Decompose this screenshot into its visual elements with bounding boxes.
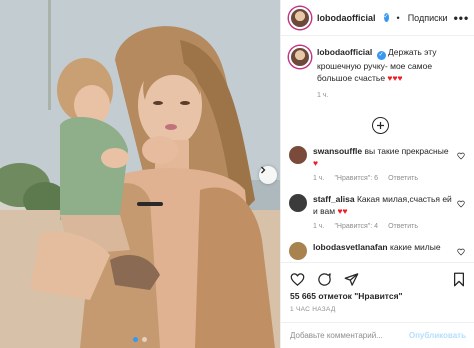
more-options-button[interactable]: ••• bbox=[454, 11, 470, 25]
comment-like-heart-icon[interactable] bbox=[457, 248, 465, 256]
comment-like-heart-icon[interactable] bbox=[457, 200, 465, 208]
carousel-next-button[interactable] bbox=[259, 166, 277, 184]
comment-like-heart-icon[interactable] bbox=[457, 152, 465, 160]
post-header: lobodaofficial ✓ • Подписки ••• bbox=[281, 0, 474, 36]
post-photo-illustration bbox=[0, 0, 280, 348]
comment-item: swansouffle вы такие прекрасные ♥ 1 ч. "… bbox=[281, 146, 474, 182]
carousel-dot bbox=[142, 337, 147, 342]
paper-plane-icon bbox=[344, 273, 359, 286]
comment-item: lobodasvetlanafan какие милые bbox=[281, 242, 474, 260]
add-comment-bar: Опубликовать bbox=[281, 322, 474, 348]
comment-button[interactable] bbox=[317, 272, 332, 287]
publish-button[interactable]: Опубликовать bbox=[409, 331, 466, 340]
comment-reply-button[interactable]: Ответить bbox=[388, 175, 418, 182]
caption-author-avatar[interactable] bbox=[289, 46, 311, 68]
comment-item: staff_alisa Какая милая,счастья ей и вам… bbox=[281, 194, 474, 230]
plus-circle-icon bbox=[377, 122, 384, 129]
comment-likes[interactable]: "Нравится": 4 bbox=[334, 223, 378, 230]
comment-text-block: staff_alisa Какая милая,счастья ей и вам… bbox=[313, 194, 453, 217]
like-button[interactable] bbox=[290, 272, 305, 287]
caption-username[interactable]: lobodaofficial bbox=[317, 47, 372, 57]
verified-badge-icon: ✓ bbox=[383, 13, 389, 22]
comment-meta: 1 ч. "Нравится": 6 Ответить bbox=[313, 175, 453, 182]
caption-time[interactable]: 1 ч. bbox=[317, 92, 466, 99]
comment-hearts: ♥ bbox=[313, 157, 319, 168]
share-button[interactable] bbox=[344, 272, 359, 287]
comment-text-block: lobodasvetlanafan какие милые bbox=[313, 242, 453, 254]
comment-username[interactable]: swansouffle bbox=[313, 146, 362, 156]
chevron-right-icon bbox=[261, 166, 266, 174]
post-date[interactable]: 1 ЧАС НАЗАД bbox=[290, 306, 336, 313]
comment-reply-button[interactable]: Ответить bbox=[388, 223, 418, 230]
load-more-comments-button[interactable] bbox=[372, 117, 389, 134]
header-separator: • bbox=[396, 12, 400, 23]
carousel-indicator bbox=[0, 337, 280, 342]
likes-count[interactable]: 55 665 отметок "Нравится" bbox=[290, 291, 403, 301]
comment-username[interactable]: staff_alisa bbox=[313, 194, 355, 204]
comment-time[interactable]: 1 ч. bbox=[313, 175, 324, 182]
post-side-panel: lobodaofficial ✓ • Подписки ••• lobodaof… bbox=[280, 0, 474, 348]
commenter-avatar[interactable] bbox=[289, 146, 307, 164]
comment-input[interactable] bbox=[290, 331, 409, 340]
comment-likes[interactable]: "Нравится": 6 bbox=[334, 175, 378, 182]
post-photo[interactable] bbox=[0, 0, 280, 348]
author-username[interactable]: lobodaofficial bbox=[317, 13, 376, 23]
comment-text: какие милые bbox=[390, 242, 441, 252]
comment-meta: 1 ч. "Нравится": 4 Ответить bbox=[313, 223, 453, 230]
heart-icon bbox=[290, 273, 305, 286]
carousel-dot-active bbox=[133, 337, 138, 342]
comment-hearts: ♥♥ bbox=[337, 205, 348, 216]
caption-hearts: ♥♥♥ bbox=[387, 73, 403, 83]
comment-text-block: swansouffle вы такие прекрасные ♥ bbox=[313, 146, 453, 169]
comment-icon bbox=[318, 273, 331, 286]
bookmark-icon bbox=[454, 272, 464, 287]
comment-time[interactable]: 1 ч. bbox=[313, 223, 324, 230]
author-avatar[interactable] bbox=[289, 6, 311, 29]
caption-text-block: lobodaofficial ✓ Держать эту крошечную р… bbox=[317, 46, 466, 84]
commenter-avatar[interactable] bbox=[289, 194, 307, 212]
save-button[interactable] bbox=[452, 272, 466, 287]
comment-list: swansouffle вы такие прекрасные ♥ 1 ч. "… bbox=[281, 146, 474, 262]
comment-text: вы такие прекрасные bbox=[364, 146, 449, 156]
comment-username[interactable]: lobodasvetlanafan bbox=[313, 242, 388, 252]
following-button[interactable]: Подписки bbox=[408, 13, 448, 23]
commenter-avatar[interactable] bbox=[289, 242, 307, 260]
verified-badge-icon: ✓ bbox=[376, 51, 386, 60]
post-caption: lobodaofficial ✓ Держать эту крошечную р… bbox=[281, 36, 474, 99]
